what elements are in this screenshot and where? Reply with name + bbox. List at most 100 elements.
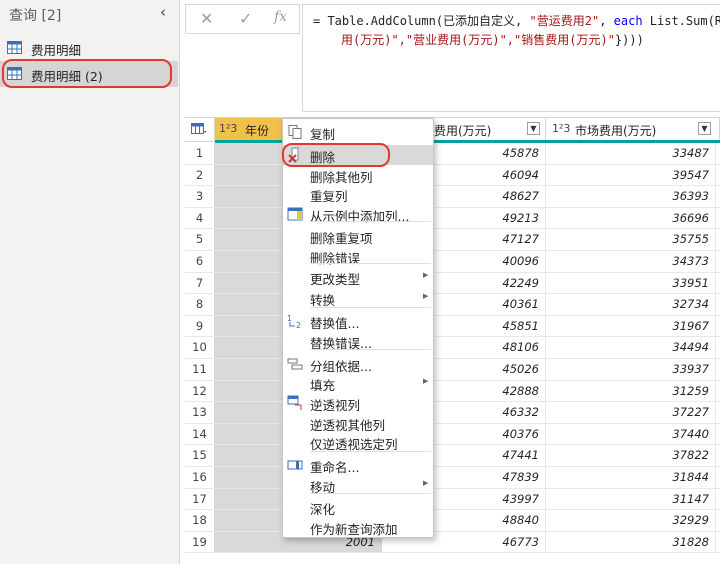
menu-item-label: 作为新查询添加 (310, 522, 398, 537)
table-row[interactable]: 9 45851 31967 (185, 315, 720, 338)
fx-icon[interactable]: fx (274, 9, 287, 25)
table-row[interactable]: 5 47127 35755 (185, 229, 720, 251)
menu-item[interactable]: 填充 ▶ (283, 373, 433, 393)
menu-item[interactable]: 作为新查询添加 (283, 517, 433, 537)
cell-market-expense[interactable]: 32929 (546, 510, 716, 531)
table-row[interactable]: 17 43997 31147 (185, 488, 720, 511)
rename-icon (287, 460, 303, 470)
table-row[interactable]: 6 40096 34373 (185, 251, 720, 273)
row-number[interactable]: 11 (185, 359, 215, 380)
formula-text: }))) (614, 33, 644, 47)
row-number[interactable]: 8 (185, 294, 215, 315)
menu-item-label: 逆透视列 (310, 398, 361, 413)
table-row[interactable]: 12 42888 31259 (185, 380, 720, 403)
menu-item[interactable]: 替换错误... (283, 331, 433, 351)
table-row[interactable]: 15 47441 37822 (185, 445, 720, 467)
number-type-icon[interactable]: 1²3 (552, 122, 570, 135)
column-from-examples-icon (287, 207, 303, 221)
menu-item[interactable]: 逆透视其他列 (283, 413, 433, 433)
table-row[interactable]: 8 40361 32734 (185, 294, 720, 316)
table-menu-button[interactable] (185, 118, 215, 141)
table-row[interactable]: 14 40376 37440 (185, 423, 720, 446)
replace-values-icon: 12 (287, 314, 301, 329)
row-number[interactable]: 3 (185, 186, 215, 207)
row-number[interactable]: 16 (185, 467, 215, 488)
menu-item[interactable]: 复制 (283, 122, 433, 142)
cell-market-expense[interactable]: 39547 (546, 164, 716, 186)
cell-market-expense[interactable]: 33487 (546, 143, 716, 164)
table-row[interactable]: 7 42249 33951 (185, 272, 720, 295)
cancel-icon[interactable]: ✕ (200, 9, 213, 28)
cell-market-expense[interactable]: 36696 (546, 207, 716, 229)
row-number[interactable]: 12 (185, 380, 215, 402)
cell-market-expense[interactable]: 32734 (546, 294, 716, 315)
menu-item[interactable]: 删除其他列 (283, 165, 433, 185)
cell-market-expense[interactable]: 37822 (546, 445, 716, 466)
row-number[interactable]: 9 (185, 315, 215, 337)
table-row[interactable]: 4 49213 36696 (185, 207, 720, 230)
cell-market-expense[interactable]: 31844 (546, 467, 716, 488)
row-number[interactable]: 10 (185, 337, 215, 358)
cell-market-expense[interactable]: 33937 (546, 359, 716, 380)
query-item-selected[interactable]: 费用明细 (2) (0, 61, 178, 87)
cell-market-expense[interactable]: 33951 (546, 272, 716, 294)
menu-item[interactable]: 逆透视列 (283, 393, 433, 413)
menu-item[interactable]: 深化 (283, 497, 433, 517)
cell-market-expense[interactable]: 31147 (546, 488, 716, 510)
row-number[interactable]: 5 (185, 229, 215, 250)
commit-icon[interactable]: ✓ (239, 9, 252, 28)
row-number[interactable]: 4 (185, 207, 215, 229)
row-number[interactable]: 19 (185, 531, 215, 553)
column-header-row: 1²3 年份 费用(万元) ▼ 1²3 市场费用(万元) ▼ (185, 117, 720, 142)
cell-market-expense[interactable]: 34373 (546, 251, 716, 272)
cell-market-expense[interactable]: 31967 (546, 315, 716, 337)
menu-item[interactable]: 更改类型 ▶ (283, 267, 433, 287)
menu-item[interactable]: 删除 (283, 145, 433, 165)
cell-market-expense[interactable]: 35755 (546, 229, 716, 250)
row-number[interactable]: 7 (185, 272, 215, 294)
menu-item[interactable]: 1 2 替换值... (283, 311, 433, 331)
chevron-down-icon[interactable]: ▼ (527, 122, 540, 135)
cell-market-expense[interactable]: 36393 (546, 186, 716, 207)
table-row[interactable]: 13 46332 37227 (185, 402, 720, 424)
menu-separator (310, 263, 431, 264)
column-header-market[interactable]: 1²3 市场费用(万元) ▼ (546, 118, 720, 141)
menu-item[interactable]: 重命名... (283, 455, 433, 475)
table-row[interactable]: 3 48627 36393 (185, 186, 720, 208)
table-icon (191, 123, 207, 134)
row-number[interactable]: 1 (185, 143, 215, 164)
formula-input[interactable]: = Table.AddColumn(已添加自定义, "营运费用2", each … (302, 4, 720, 112)
formula-keyword: each (613, 14, 643, 28)
menu-item[interactable]: 删除重复项 (283, 226, 433, 246)
menu-item[interactable]: 重复列 (283, 184, 433, 204)
cell-market-expense[interactable]: 37440 (546, 423, 716, 445)
query-item[interactable]: 费用明细 (0, 35, 178, 61)
row-number[interactable]: 2 (185, 164, 215, 186)
row-number[interactable]: 14 (185, 423, 215, 445)
row-number[interactable]: 6 (185, 251, 215, 272)
table-row[interactable]: 19 2001 46773 31828 (185, 531, 720, 554)
row-number[interactable]: 13 (185, 402, 215, 423)
table-row[interactable]: 2 46094 39547 (185, 164, 720, 187)
row-number[interactable]: 15 (185, 445, 215, 466)
cell-market-expense[interactable]: 34494 (546, 337, 716, 358)
menu-item[interactable]: 分组依据... (283, 354, 433, 374)
menu-item[interactable]: 仅逆透视选定列 (283, 432, 433, 452)
cell-market-expense[interactable]: 31828 (546, 531, 716, 553)
row-number[interactable]: 17 (185, 488, 215, 510)
query-label: 费用明细 (31, 43, 82, 58)
submenu-arrow-icon: ▶ (423, 479, 429, 487)
menu-item[interactable]: 转换 ▶ (283, 288, 433, 308)
chevron-down-icon[interactable]: ▼ (698, 122, 711, 135)
chevron-left-icon[interactable]: ‹ (160, 4, 174, 20)
menu-item[interactable]: 移动 ▶ (283, 475, 433, 495)
table-row[interactable]: 11 45026 33937 (185, 359, 720, 381)
table-row[interactable]: 16 47839 31844 (185, 467, 720, 489)
cell-market-expense[interactable]: 37227 (546, 402, 716, 423)
table-row[interactable]: 10 48106 34494 (185, 337, 720, 359)
cell-market-expense[interactable]: 31259 (546, 380, 716, 402)
number-type-icon[interactable]: 1²3 (219, 122, 237, 135)
row-number[interactable]: 18 (185, 510, 215, 531)
table-row[interactable]: 18 48840 32929 (185, 510, 720, 532)
table-row[interactable]: 1 45878 33487 (185, 143, 720, 165)
